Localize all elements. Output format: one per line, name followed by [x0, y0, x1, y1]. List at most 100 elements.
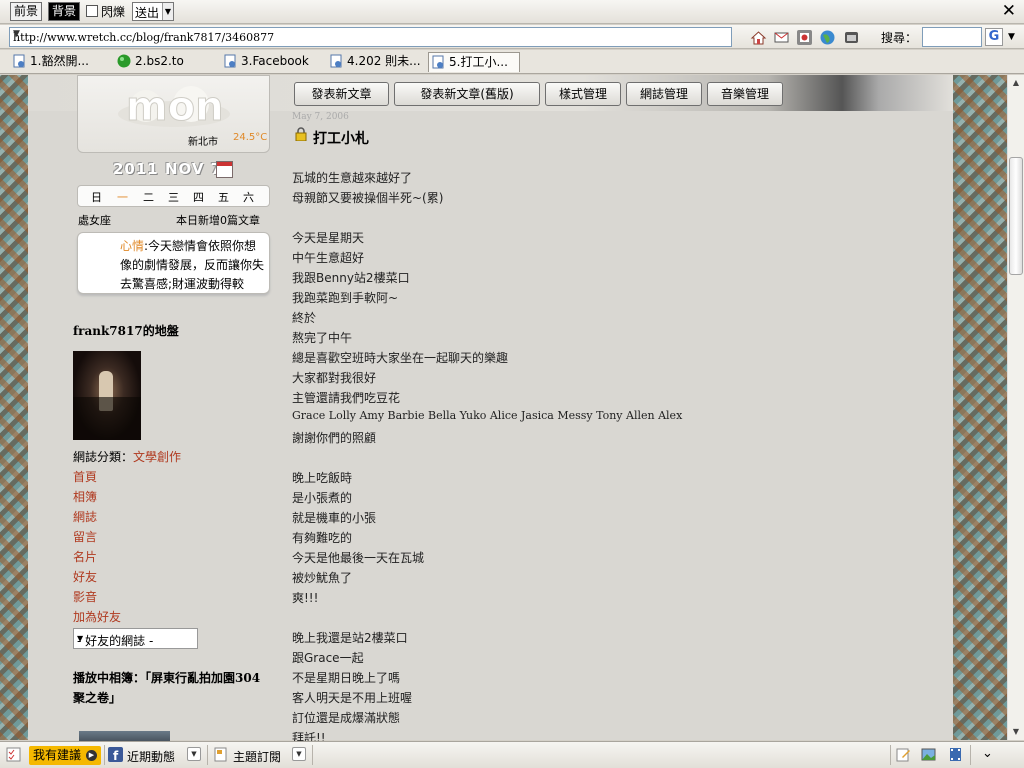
music-manage-button[interactable]: 音樂管理: [707, 82, 783, 106]
facebook-icon[interactable]: f: [108, 747, 123, 762]
sidebar-link-album[interactable]: 相簿: [73, 488, 97, 505]
page-icon: [432, 55, 444, 69]
category-line: 網誌分類：文學創作: [73, 448, 181, 465]
sidebar-link-home[interactable]: 首頁: [73, 468, 97, 485]
tab-5-active[interactable]: 5.打工小...: [428, 52, 520, 72]
sidebar-link-video[interactable]: 影音: [73, 588, 97, 605]
play-icon: ▶: [86, 750, 97, 761]
post-date: May 7, 2006: [292, 112, 349, 122]
scroll-up-icon[interactable]: ▲: [1008, 75, 1024, 91]
album-thumbnail[interactable]: [79, 731, 170, 741]
search-input[interactable]: [922, 27, 982, 47]
new-post-legacy-button[interactable]: 發表新文章(舊版): [394, 82, 540, 106]
post-body-line: 是小張煮的: [292, 491, 353, 505]
tab-bar: 1.豁然開... 2.bs2.to 3.Facebook 4.202 則未...…: [0, 50, 1024, 74]
style-manage-button[interactable]: 樣式管理: [545, 82, 621, 106]
post-body-line: 就是機車的小張: [292, 511, 377, 525]
tab-label: 4.202 則未...: [347, 54, 421, 68]
sidebar-link-guestbook[interactable]: 留言: [73, 528, 97, 545]
post-body-line: 總是喜歡空班時大家坐在一起聊天的樂趣: [292, 351, 509, 365]
chevron-down-icon[interactable]: ▼: [292, 747, 306, 761]
post-body-line: 我跑菜跑到手軟阿~: [292, 291, 399, 305]
post-body-line: 有夠難吃的: [292, 531, 353, 545]
document-icon[interactable]: [213, 747, 228, 762]
url-input[interactable]: http://www.wretch.cc/blog/frank7817/3460…: [9, 27, 732, 47]
mood-box: 心情:今天戀情會依照你想像的劇情發展，反而讓你失去驚喜感;財運波動得較: [77, 232, 270, 294]
mood-paragraph: 心情:今天戀情會依照你想像的劇情發展，反而讓你失去驚喜感;財運波動得較: [120, 237, 268, 294]
post-body-line: 今天是他最後一天在瓦城: [292, 551, 425, 565]
checklist-icon[interactable]: [6, 747, 21, 762]
tab-label: 1.豁然開...: [30, 54, 89, 68]
close-icon[interactable]: ✕: [1002, 1, 1016, 21]
post-body-line: 中午生意超好: [292, 251, 365, 265]
mail-icon[interactable]: [773, 29, 790, 46]
image-icon[interactable]: [921, 747, 936, 762]
film-icon[interactable]: [948, 747, 963, 762]
post-body-line: 晚上吃飯時: [292, 471, 353, 485]
suggest-label: 我有建議: [33, 748, 82, 762]
foreground-button[interactable]: 前景: [10, 2, 43, 21]
page-icon: [224, 54, 236, 68]
post-body-line: 訂位還是成爆滿狀態: [292, 711, 401, 725]
tab-label: 2.bs2.to: [135, 54, 184, 68]
weekday[interactable]: 三: [168, 189, 179, 205]
blink-checkbox[interactable]: [86, 5, 98, 17]
divider: [890, 745, 891, 765]
send-dropdown[interactable]: 送出 ▼: [132, 2, 174, 21]
post-body-line: 被炒魷魚了: [292, 571, 353, 585]
suggest-button[interactable]: 我有建議 ▶: [29, 746, 101, 765]
lock-icon: [295, 127, 307, 141]
chevron-down-icon[interactable]: ▼: [13, 29, 729, 39]
custom-toolbar: 前景 背景 閃爍 送出 ▼ ✕: [0, 0, 1024, 24]
divider: [312, 745, 313, 765]
tab-3[interactable]: 3.Facebook: [221, 52, 321, 72]
print-icon[interactable]: [796, 29, 813, 46]
avatar[interactable]: [73, 351, 141, 440]
sidebar-link-friends[interactable]: 好友: [73, 568, 97, 585]
weekday[interactable]: 二: [143, 189, 154, 205]
weekday-bar: 日 一 二 三 四 五 六: [77, 185, 270, 207]
background-button[interactable]: 背景: [48, 2, 81, 21]
sidebar-link-blog[interactable]: 網誌: [73, 508, 97, 525]
weekday[interactable]: 六: [243, 189, 254, 205]
category-link[interactable]: 文學創作: [133, 450, 181, 464]
edit-icon[interactable]: [896, 747, 911, 762]
sidebar-link-add-friend[interactable]: 加為好友: [73, 608, 121, 625]
chevron-down-icon[interactable]: ▼: [187, 747, 201, 761]
chevron-down-icon[interactable]: ⌄: [982, 746, 993, 761]
tab-1[interactable]: 1.豁然開...: [10, 52, 110, 72]
weekday-today[interactable]: 一: [117, 189, 128, 205]
google-search-icon[interactable]: G: [985, 28, 1003, 46]
scroll-down-icon[interactable]: ▼: [1008, 724, 1024, 740]
subscribe-label[interactable]: 主題訂閱: [233, 748, 281, 765]
svg-text:mon: mon: [126, 84, 224, 128]
sidebar-link-card[interactable]: 名片: [73, 548, 97, 565]
tab-4[interactable]: 4.202 則未...: [327, 52, 423, 72]
post-body-line: 瓦城的生意越來越好了: [292, 171, 413, 185]
calendar-icon[interactable]: [216, 161, 233, 178]
weather-city: 新北市: [188, 137, 218, 148]
recent-activity-label[interactable]: 近期動態: [127, 748, 175, 765]
post-body-line: 今天是星期天: [292, 231, 365, 245]
globe-icon[interactable]: [819, 29, 836, 46]
weekday[interactable]: 日: [91, 189, 102, 205]
mood-label: 心情: [120, 239, 145, 253]
scroll-thumb[interactable]: [1009, 157, 1023, 275]
new-post-button[interactable]: 發表新文章: [294, 82, 389, 106]
post-body-line: 謝謝你們的照顧: [292, 431, 377, 445]
window-icon[interactable]: [843, 29, 860, 46]
blink-label: 閃爍: [101, 5, 126, 19]
home-icon[interactable]: [750, 29, 767, 46]
post-title: 打工小札: [313, 131, 369, 147]
weekday[interactable]: 五: [218, 189, 229, 205]
post-body-line: 晚上我還是站2樓菜口: [292, 631, 408, 645]
chevron-down-icon[interactable]: ▼: [1008, 32, 1015, 42]
weekday[interactable]: 四: [193, 189, 204, 205]
friend-blog-select[interactable]: - 好友的網誌 - ▼: [73, 628, 198, 649]
status-bar: 我有建議 ▶ f 近期動態 ▼ 主題訂閱 ▼ ⌄: [0, 741, 1024, 768]
tab-2[interactable]: 2.bs2.to: [115, 52, 207, 72]
vertical-scrollbar[interactable]: ▲ ▼: [1007, 75, 1024, 740]
tab-label: 3.Facebook: [241, 54, 309, 68]
blog-manage-button[interactable]: 網誌管理: [626, 82, 702, 106]
current-date: 2011 NOV 7: [113, 160, 223, 178]
